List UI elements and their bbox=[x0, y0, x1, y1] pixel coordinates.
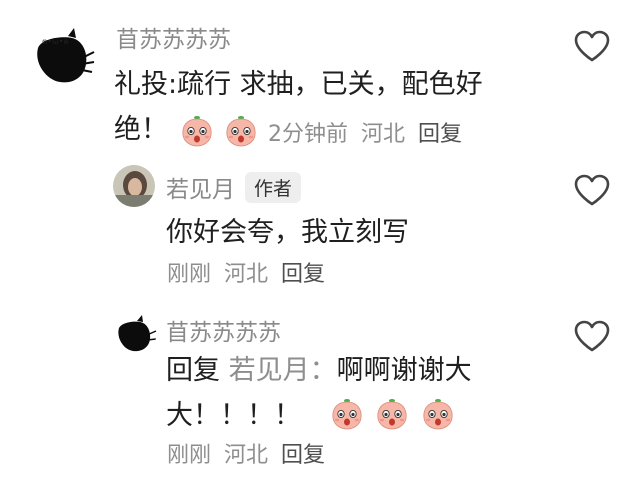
reply-location: 河北 bbox=[224, 262, 269, 287]
reply-text-line2: 大！！！！ bbox=[166, 400, 301, 431]
reply-time: 刚刚 bbox=[167, 262, 212, 287]
comment-meta: 2分钟前 河北 回复 bbox=[180, 113, 468, 148]
avatar[interactable]: ฅ•ω•ฅ bbox=[28, 18, 98, 88]
heart-outline-icon[interactable] bbox=[572, 28, 612, 64]
peach-face-emoji-icon bbox=[330, 396, 364, 430]
avatar[interactable] bbox=[113, 310, 157, 354]
heart-outline-icon[interactable] bbox=[572, 172, 612, 208]
reply-text: 你好会夸，我立刻写 bbox=[166, 217, 409, 248]
reply-username[interactable]: 苜苏苏苏苏 bbox=[166, 313, 281, 347]
peach-face-emoji-icon bbox=[375, 396, 409, 430]
comment-username[interactable]: 苜苏苏苏苏 bbox=[116, 20, 231, 54]
reply-time: 刚刚 bbox=[167, 443, 212, 468]
peach-face-emoji-icon bbox=[224, 113, 258, 147]
reply-button[interactable]: 回复 bbox=[418, 122, 462, 147]
reply-to-user[interactable]: 若见月 bbox=[229, 355, 310, 386]
reply-text-line1: 啊啊谢谢大 bbox=[336, 355, 472, 386]
reply-text-line: 回复 若见月：啊啊谢谢大 bbox=[166, 348, 546, 393]
svg-text:ฅ•ω•ฅ: ฅ•ω•ฅ bbox=[42, 37, 69, 46]
reply-button[interactable]: 回复 bbox=[281, 262, 325, 287]
heart-outline-icon[interactable] bbox=[572, 318, 612, 354]
comment-time: 2分钟前 bbox=[268, 122, 348, 147]
peach-face-emoji-icon bbox=[180, 113, 214, 147]
reply-meta: 刚刚 河北 回复 bbox=[167, 437, 331, 469]
reply-username: 若见月 作者 bbox=[166, 170, 302, 204]
reply-button[interactable]: 回复 bbox=[281, 443, 325, 468]
avatar[interactable] bbox=[113, 165, 155, 207]
reply-text-line: 大！！！！ bbox=[166, 393, 546, 438]
reply-prefix: 回复 bbox=[166, 355, 220, 386]
author-badge: 作者 bbox=[245, 172, 302, 203]
peach-face-emoji-icon bbox=[421, 396, 455, 430]
reply-meta: 刚刚 河北 回复 bbox=[167, 256, 331, 288]
reply-username-text[interactable]: 若见月 bbox=[166, 177, 235, 203]
comment-location: 河北 bbox=[361, 122, 406, 147]
reply-text: 回复 若见月：啊啊谢谢大 大！！！！ bbox=[166, 348, 546, 438]
reply-colon: ： bbox=[309, 355, 337, 386]
reply-location: 河北 bbox=[224, 443, 269, 468]
